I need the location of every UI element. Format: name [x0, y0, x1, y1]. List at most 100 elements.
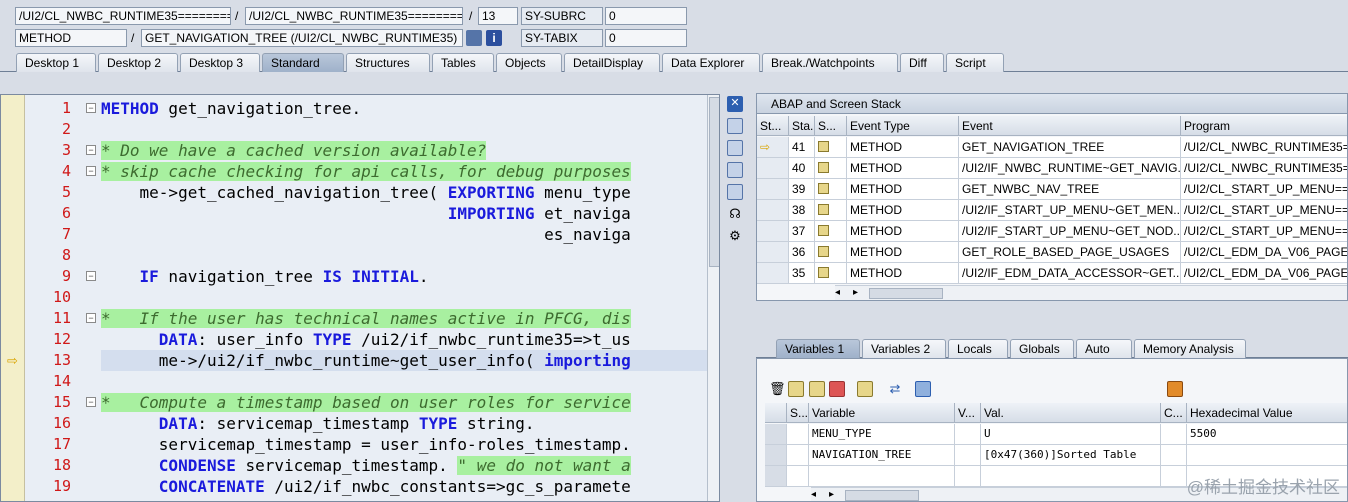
select-all-header[interactable]: [765, 403, 787, 423]
row-selector[interactable]: [765, 424, 787, 445]
stack-column-header[interactable]: Event Type: [847, 116, 959, 136]
scroll-left-icon[interactable]: ◂: [835, 287, 840, 298]
info-icon[interactable]: i: [486, 30, 502, 46]
new-tool-icon[interactable]: [727, 118, 743, 134]
code-line[interactable]: me->get_cached_navigation_tree( EXPORTIN…: [101, 182, 707, 203]
stack-scroll-thumb[interactable]: [869, 288, 943, 299]
code-line[interactable]: [101, 371, 707, 392]
settings-icon[interactable]: ⚙: [727, 228, 743, 244]
source-code-editor[interactable]: 1− METHOD get_navigation_tree. 2 3− * Do we …: [0, 94, 720, 502]
variables-column-header[interactable]: Val.: [981, 403, 1161, 423]
variable-empty-cell[interactable]: [809, 466, 955, 487]
delete-icon[interactable]: 🗑: [769, 381, 786, 397]
tab-detail-display[interactable]: DetailDisplay: [564, 53, 660, 72]
tab-desktop-2[interactable]: Desktop 2: [98, 53, 178, 72]
code-line[interactable]: * Compute a timestamp based on user role…: [101, 392, 707, 413]
variables-column-header[interactable]: V...: [955, 403, 981, 423]
code-line[interactable]: es_naviga: [101, 224, 707, 245]
swap-tool-icon[interactable]: [727, 184, 743, 200]
variables-column-header[interactable]: S...: [787, 403, 809, 423]
close-icon[interactable]: ✕: [727, 96, 743, 112]
tab-auto[interactable]: Auto: [1076, 339, 1132, 358]
tab-variables-2[interactable]: Variables 2: [862, 339, 946, 358]
stack-column-header[interactable]: Event: [959, 116, 1181, 136]
maximize-icon[interactable]: [727, 162, 743, 178]
fold-toggle-icon[interactable]: −: [86, 397, 96, 407]
fold-toggle-icon[interactable]: −: [86, 145, 96, 155]
code-line[interactable]: * Do we have a cached version available?: [101, 140, 707, 161]
editor-scroll-thumb[interactable]: [709, 97, 719, 267]
services-icon[interactable]: ☊: [727, 206, 743, 222]
scroll-right-icon[interactable]: ▸: [853, 287, 858, 298]
clear-icon[interactable]: [829, 381, 845, 397]
code-line[interactable]: CONDENSE servicemap_timestamp. " we do n…: [101, 455, 707, 476]
tab-script[interactable]: Script: [946, 53, 1004, 72]
tab-diff[interactable]: Diff: [900, 53, 944, 72]
tab-break-watchpoints[interactable]: Break./Watchpoints: [762, 53, 898, 72]
code-line[interactable]: [101, 287, 707, 308]
import-icon[interactable]: [788, 381, 804, 397]
fold-toggle-icon[interactable]: −: [86, 271, 96, 281]
variable-value[interactable]: U: [981, 424, 1161, 445]
event-type-field[interactable]: METHOD: [15, 29, 127, 47]
code-line[interactable]: * If the user has technical names active…: [101, 308, 707, 329]
stack-column-header[interactable]: Sta...: [789, 116, 815, 136]
fold-toggle-icon[interactable]: −: [86, 313, 96, 323]
tab-memory-analysis[interactable]: Memory Analysis: [1134, 339, 1246, 358]
scroll-left-icon[interactable]: ◂: [811, 489, 816, 500]
tab-tables[interactable]: Tables: [432, 53, 494, 72]
stack-horizontal-scrollbar[interactable]: ◂ ▸: [835, 285, 1347, 300]
variable-value[interactable]: [0x47(360)]Sorted Table: [981, 445, 1161, 466]
program-field[interactable]: /UI2/CL_NWBC_RUNTIME35========...: [15, 7, 231, 25]
tab-variables-1[interactable]: Variables 1: [776, 339, 860, 358]
variable-name[interactable]: MENU_TYPE: [809, 424, 955, 445]
include-field[interactable]: /UI2/CL_NWBC_RUNTIME35========...: [245, 7, 463, 25]
code-line[interactable]: CONCATENATE /ui2/if_nwbc_constants=>gc_s…: [101, 476, 707, 497]
stack-column-header[interactable]: Program: [1181, 116, 1347, 136]
code-line[interactable]: IF navigation_tree IS INITIAL.: [101, 266, 707, 287]
transfer-icon[interactable]: ⇄: [887, 381, 903, 397]
code-line[interactable]: servicemap_timestamp = user_info-roles_t…: [101, 434, 707, 455]
code-line[interactable]: [101, 245, 707, 266]
scroll-right-icon[interactable]: ▸: [829, 489, 834, 500]
code-line[interactable]: me->/ui2/if_nwbc_runtime~get_user_info( …: [101, 350, 707, 371]
display-source-icon[interactable]: [466, 30, 482, 46]
line-field[interactable]: 13: [478, 7, 518, 25]
variables-column-header[interactable]: C...: [1161, 403, 1187, 423]
tab-globals[interactable]: Globals: [1010, 339, 1074, 358]
code-line[interactable]: DATA: user_info TYPE /ui2/if_nwbc_runtim…: [101, 329, 707, 350]
tab-structures[interactable]: Structures: [346, 53, 430, 72]
fold-toggle-icon[interactable]: −: [86, 103, 96, 113]
variable-name[interactable]: NAVIGATION_TREE: [809, 445, 955, 466]
fold-toggle-icon[interactable]: −: [86, 166, 96, 176]
stack-column-header[interactable]: St...: [757, 116, 789, 136]
code-line[interactable]: IMPORTING et_naviga: [101, 203, 707, 224]
tab-data-explorer[interactable]: Data Explorer: [662, 53, 760, 72]
tab-locals[interactable]: Locals: [948, 339, 1008, 358]
tab-objects[interactable]: Objects: [496, 53, 562, 72]
code-line[interactable]: [101, 119, 707, 140]
variable-empty-cell[interactable]: [981, 466, 1161, 487]
save-icon[interactable]: [1167, 381, 1183, 397]
group-icon[interactable]: [857, 381, 873, 397]
breakpoint-gutter[interactable]: [1, 95, 25, 501]
code-line[interactable]: METHOD get_navigation_tree.: [101, 98, 707, 119]
replace-tool-icon[interactable]: [727, 140, 743, 156]
row-selector[interactable]: [765, 445, 787, 466]
code-line[interactable]: * skip cache checking for api calls, for…: [101, 161, 707, 182]
editor-vertical-scrollbar[interactable]: [707, 95, 719, 501]
tab-desktop-3[interactable]: Desktop 3: [180, 53, 260, 72]
sy-subrc-value[interactable]: 0: [605, 7, 687, 25]
code-line[interactable]: DATA: servicemap_timestamp TYPE string.: [101, 413, 707, 434]
stack-column-header[interactable]: S...: [815, 116, 847, 136]
variables-column-header[interactable]: Variable: [809, 403, 955, 423]
event-field[interactable]: GET_NAVIGATION_TREE (/UI2/CL_NWBC_RUNTIM…: [141, 29, 463, 47]
sy-tabix-value[interactable]: 0: [605, 29, 687, 47]
variables-scroll-thumb[interactable]: [845, 490, 919, 501]
export-icon[interactable]: [809, 381, 825, 397]
folder-icon[interactable]: [915, 381, 931, 397]
row-selector[interactable]: [765, 466, 787, 487]
variables-column-header[interactable]: Hexadecimal Value: [1187, 403, 1347, 423]
tab-desktop-1[interactable]: Desktop 1: [16, 53, 96, 72]
tab-standard[interactable]: Standard: [262, 53, 344, 72]
